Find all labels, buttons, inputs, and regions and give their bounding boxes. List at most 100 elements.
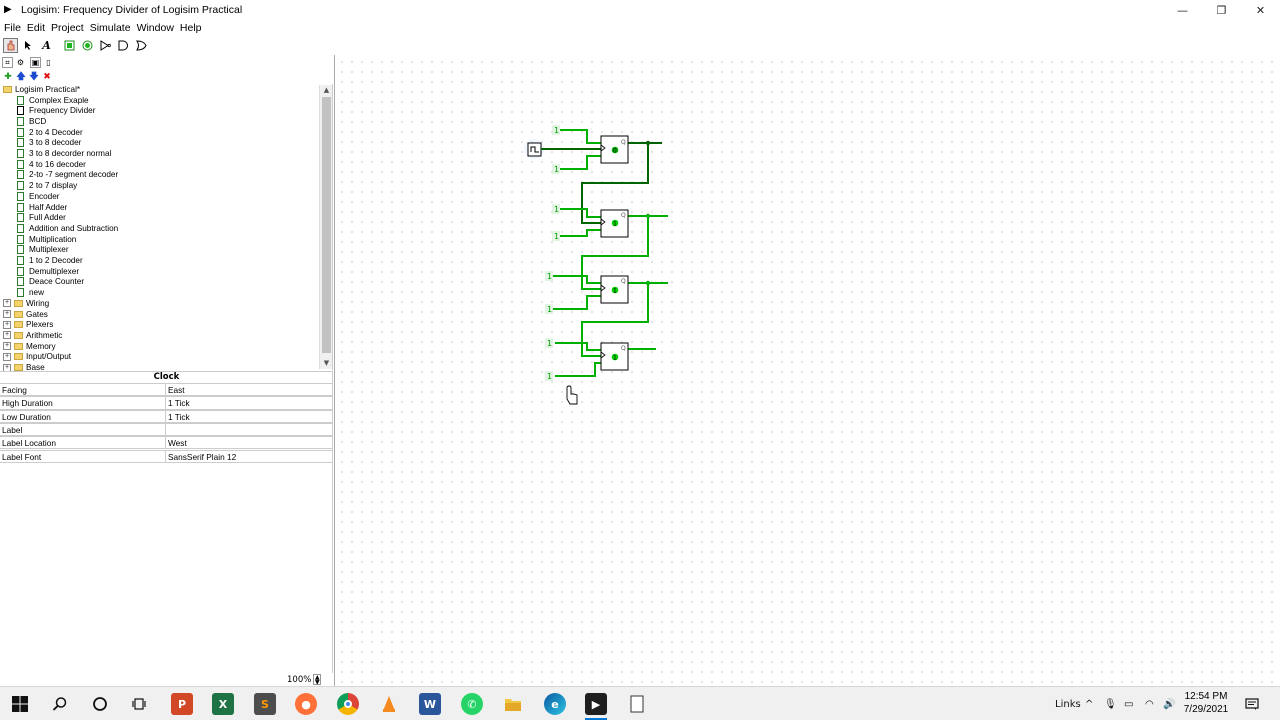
- edge-icon[interactable]: e: [544, 693, 566, 715]
- menu-edit[interactable]: Edit: [27, 22, 45, 34]
- list-item[interactable]: Full Adder: [17, 212, 66, 223]
- jk-flip-flop[interactable]: 0 Q: [600, 135, 629, 164]
- vlc-icon[interactable]: [378, 693, 400, 715]
- project-node[interactable]: Logisim Practical*: [3, 84, 80, 95]
- close-button[interactable]: ✕: [1241, 0, 1280, 20]
- add-circuit-icon[interactable]: ✚: [3, 72, 13, 82]
- list-item[interactable]: 1 to 2 Decoder: [17, 255, 83, 266]
- menu-help[interactable]: Help: [180, 22, 202, 34]
- scroll-up-icon[interactable]: ▲: [320, 85, 333, 96]
- constant-input[interactable]: 1: [552, 164, 560, 174]
- attribute-value[interactable]: 1 Tick: [166, 411, 333, 422]
- list-item[interactable]: new: [17, 287, 44, 298]
- delete-circuit-icon[interactable]: ✖: [42, 72, 52, 82]
- minimize-button[interactable]: —: [1163, 0, 1202, 20]
- table-row[interactable]: High Duration 1 Tick: [0, 396, 333, 410]
- list-item[interactable]: Deace Counter: [17, 277, 84, 288]
- cortana-icon[interactable]: [89, 693, 111, 715]
- appearance-view-icon[interactable]: ▯: [43, 57, 54, 68]
- list-item[interactable]: 3 to 8 decoder: [17, 138, 81, 149]
- move-down-icon[interactable]: 🡇: [29, 69, 39, 85]
- zoom-control[interactable]: 100% ▲ ▼: [287, 674, 322, 686]
- attribute-value[interactable]: SansSerif Plain 12: [166, 451, 333, 462]
- expand-icon[interactable]: +: [3, 320, 11, 329]
- attribute-value[interactable]: [166, 424, 333, 435]
- file-explorer-icon[interactable]: [502, 693, 524, 715]
- move-up-icon[interactable]: 🡅: [16, 69, 26, 85]
- table-row[interactable]: Label: [0, 422, 333, 437]
- table-row[interactable]: Low Duration 1 Tick: [0, 409, 333, 423]
- expand-icon[interactable]: +: [3, 352, 11, 361]
- battery-icon[interactable]: ▭: [1124, 687, 1133, 721]
- text-tool-icon[interactable]: A: [39, 38, 54, 53]
- constant-input[interactable]: 1: [552, 204, 560, 214]
- menu-simulate[interactable]: Simulate: [90, 22, 131, 34]
- list-item[interactable]: 4 to 16 decoder: [17, 159, 86, 170]
- constant-input[interactable]: 1: [552, 231, 560, 241]
- list-item[interactable]: Multiplication: [17, 234, 76, 245]
- poke-tool-icon[interactable]: [3, 38, 18, 53]
- list-item[interactable]: 3 to 8 decorder normal: [17, 148, 111, 159]
- logisim-taskbar-icon[interactable]: ▶: [585, 693, 607, 715]
- library-item[interactable]: + Wiring: [3, 298, 49, 309]
- explorer-scrollbar[interactable]: ▲ ▼: [319, 85, 332, 369]
- library-item[interactable]: + Arithmetic: [3, 330, 62, 341]
- table-row[interactable]: Facing East: [0, 383, 333, 397]
- show-hidden-icons-icon[interactable]: ^: [1085, 687, 1093, 721]
- list-item[interactable]: Multiplexer: [17, 245, 69, 256]
- and-gate-icon[interactable]: [116, 38, 131, 53]
- jk-flip-flop[interactable]: 1 Q: [600, 342, 629, 371]
- expand-icon[interactable]: +: [3, 299, 11, 308]
- not-gate-icon[interactable]: [98, 38, 113, 53]
- select-tool-icon[interactable]: [21, 38, 36, 53]
- menu-window[interactable]: Window: [137, 22, 174, 34]
- list-item[interactable]: Frequency Divider: [17, 105, 95, 116]
- chrome-icon[interactable]: [337, 693, 359, 715]
- firefox-icon[interactable]: ●: [295, 693, 317, 715]
- library-item[interactable]: + Memory: [3, 341, 56, 352]
- wifi-icon[interactable]: ◠: [1145, 687, 1154, 721]
- menu-project[interactable]: Project: [51, 22, 84, 34]
- menu-file[interactable]: File: [4, 22, 21, 34]
- constant-input[interactable]: 1: [545, 271, 553, 281]
- notifications-icon[interactable]: [1245, 687, 1259, 721]
- scroll-thumb[interactable]: [322, 97, 331, 353]
- list-item[interactable]: Demultiplexer: [17, 266, 79, 277]
- search-icon[interactable]: [49, 693, 71, 715]
- circuit-canvas[interactable]: 1 1 1 1 1 1 1 1 0 Q 1 Q 1 Q 1 Q: [334, 55, 1280, 686]
- constant-input[interactable]: 1: [552, 125, 560, 135]
- expand-icon[interactable]: +: [3, 342, 11, 351]
- add-pin-icon[interactable]: [62, 38, 77, 53]
- library-item[interactable]: + Input/Output: [3, 352, 71, 363]
- output-pin-icon[interactable]: [80, 38, 95, 53]
- windows-start-icon[interactable]: [9, 693, 31, 715]
- expand-icon[interactable]: +: [3, 310, 11, 319]
- list-item[interactable]: Encoder: [17, 191, 60, 202]
- excel-icon[interactable]: X: [212, 693, 234, 715]
- powerpoint-icon[interactable]: P: [171, 693, 193, 715]
- volume-icon[interactable]: 🔊: [1163, 687, 1175, 721]
- library-item[interactable]: + Gates: [3, 309, 48, 320]
- list-item[interactable]: 2 to 7 display: [17, 180, 77, 191]
- attribute-value[interactable]: East: [166, 384, 333, 395]
- expand-icon[interactable]: +: [3, 331, 11, 340]
- constant-input[interactable]: 1: [545, 371, 553, 381]
- jk-flip-flop[interactable]: 1 Q: [600, 275, 629, 304]
- list-item[interactable]: Addition and Subtraction: [17, 223, 118, 234]
- links-toolbar[interactable]: Links: [1055, 687, 1081, 721]
- zoom-spinner-icon[interactable]: ▲ ▼: [313, 674, 322, 686]
- library-item[interactable]: + Plexers: [3, 319, 53, 330]
- list-item[interactable]: Half Adder: [17, 202, 67, 213]
- layout-view-icon[interactable]: ▣: [30, 57, 41, 68]
- word-icon[interactable]: W: [419, 693, 441, 715]
- list-item[interactable]: Complex Exaple: [17, 95, 89, 106]
- list-item[interactable]: BCD: [17, 116, 46, 127]
- attribute-value[interactable]: 1 Tick: [166, 397, 333, 408]
- or-gate-icon[interactable]: [134, 38, 149, 53]
- sublime-text-icon[interactable]: S: [254, 693, 276, 715]
- constant-input[interactable]: 1: [545, 338, 553, 348]
- table-row[interactable]: Label Location West: [0, 436, 333, 450]
- jk-flip-flop[interactable]: 1 Q: [600, 209, 629, 238]
- constant-input[interactable]: 1: [545, 304, 553, 314]
- whatsapp-icon[interactable]: ✆: [461, 693, 483, 715]
